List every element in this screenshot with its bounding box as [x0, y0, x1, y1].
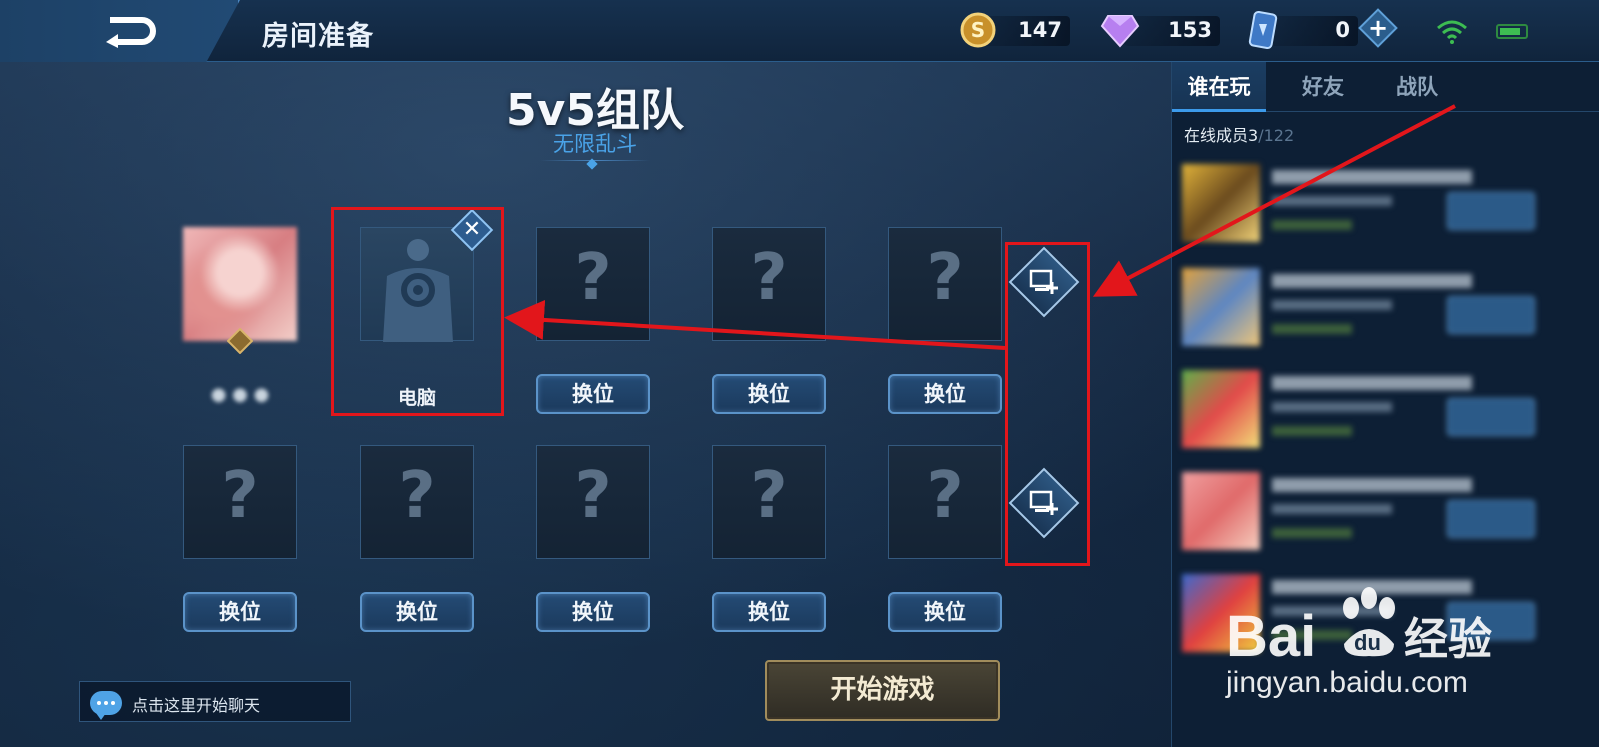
watermark-url: jingyan.baidu.com — [1226, 666, 1468, 699]
baidu-jingyan-watermark: Bai du 经验 jingyan.baidu.com — [1226, 578, 1516, 699]
svg-text:Bai: Bai — [1226, 604, 1316, 668]
svg-text:经验: 经验 — [1404, 614, 1492, 665]
svg-text:du: du — [1354, 630, 1381, 655]
baidu-logo-icon: Bai du 经验 — [1226, 587, 1492, 669]
